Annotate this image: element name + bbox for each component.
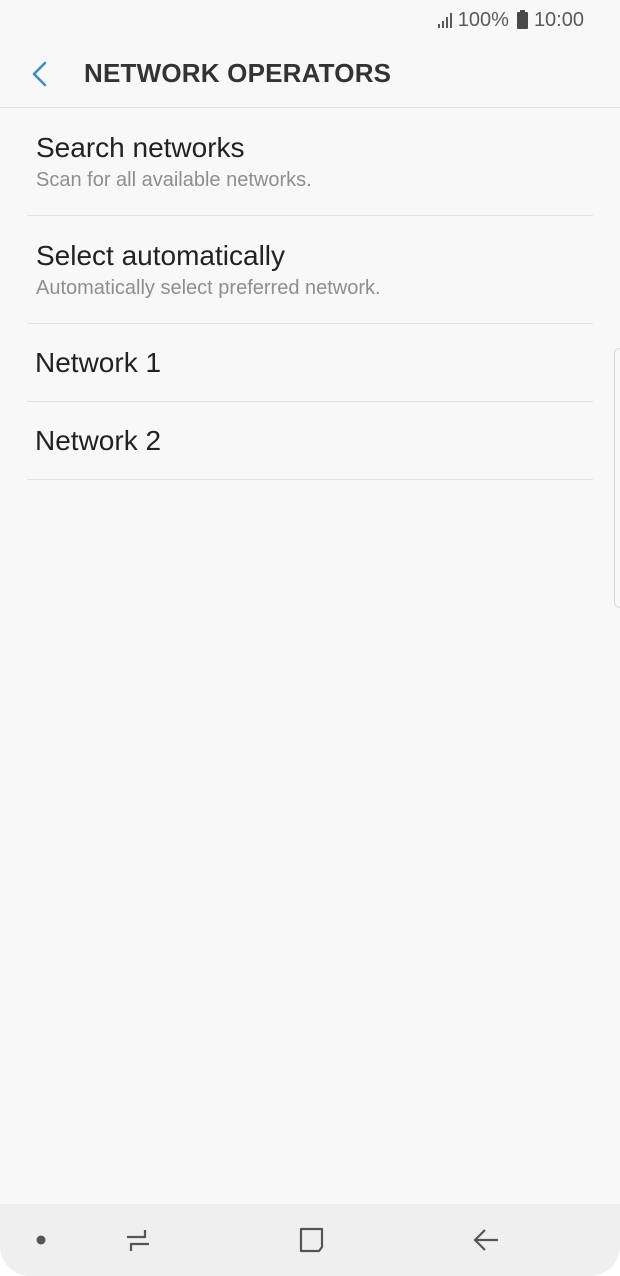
app-bar: NETWORK OPERATORS bbox=[0, 40, 620, 108]
search-networks-item[interactable]: Search networks Scan for all available n… bbox=[27, 108, 593, 216]
select-automatically-item[interactable]: Select automatically Automatically selec… bbox=[27, 216, 593, 324]
battery-percent: 100% bbox=[457, 8, 509, 31]
back-button[interactable] bbox=[0, 40, 84, 107]
network-operators-list: Search networks Scan for all available n… bbox=[0, 108, 620, 480]
list-item-title: Network 2 bbox=[35, 424, 162, 456]
page-title: NETWORK OPERATORS bbox=[84, 58, 392, 88]
home-button[interactable] bbox=[292, 1220, 332, 1260]
list-item-title: Network 1 bbox=[35, 346, 162, 378]
network-2-item[interactable]: Network 2 bbox=[27, 402, 593, 480]
home-icon bbox=[299, 1227, 324, 1253]
list-item-title: Search networks bbox=[36, 131, 245, 163]
list-item-title: Select automatically bbox=[36, 239, 286, 271]
signal-icon bbox=[437, 12, 452, 28]
recent-apps-icon bbox=[127, 1230, 149, 1251]
list-item-subtitle: Automatically select preferred network. bbox=[36, 276, 381, 299]
back-nav-button[interactable] bbox=[466, 1220, 506, 1260]
dot-icon bbox=[36, 1235, 46, 1245]
network-1-item[interactable]: Network 1 bbox=[27, 324, 593, 402]
battery-icon bbox=[516, 9, 528, 29]
chevron-left-icon bbox=[32, 61, 47, 86]
clock: 10:00 bbox=[533, 8, 584, 31]
scroll-indicator[interactable] bbox=[614, 348, 620, 608]
navigation-bar bbox=[0, 1204, 620, 1276]
recent-apps-button[interactable] bbox=[118, 1220, 158, 1260]
status-bar: 100% 10:00 bbox=[0, 0, 620, 40]
screen: 100% 10:00 NETWORK OPERATORS Search netw… bbox=[0, 0, 620, 1276]
dot-button[interactable] bbox=[21, 1220, 61, 1260]
back-arrow-icon bbox=[473, 1229, 498, 1251]
list-item-subtitle: Scan for all available networks. bbox=[36, 168, 312, 191]
